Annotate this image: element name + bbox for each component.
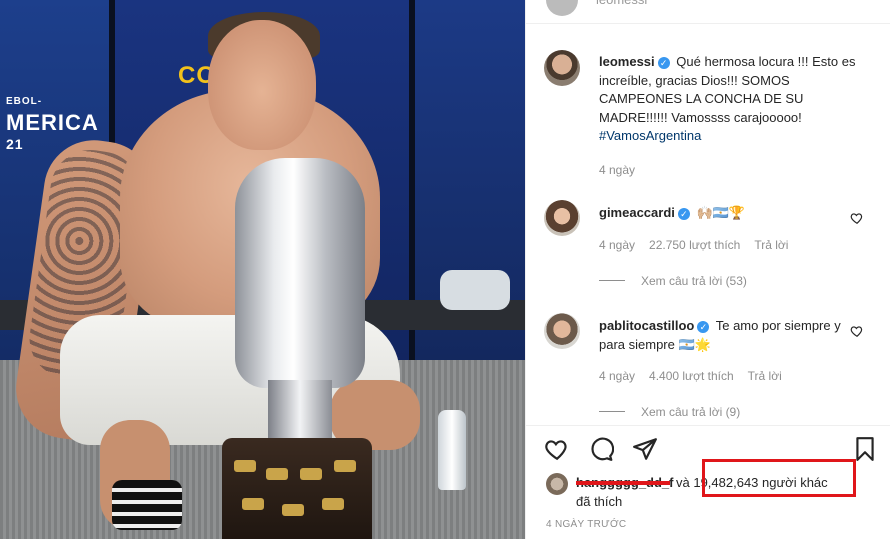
- reply-button[interactable]: Trả lời: [748, 369, 782, 383]
- photo-left-text-2: MERICA: [6, 110, 99, 135]
- comment-avatar[interactable]: [544, 313, 580, 349]
- redaction-strike: [576, 481, 670, 485]
- photo-left-text-1: EBOL-: [6, 96, 43, 107]
- header-username[interactable]: leomessi: [596, 0, 647, 7]
- post-timestamp: 4 NGÀY TRƯỚC: [546, 519, 627, 530]
- view-replies-label: Xem câu trả lời (9): [641, 405, 741, 419]
- replies-divider: [599, 411, 625, 412]
- comment-likes[interactable]: 22.750 lượt thích: [649, 238, 740, 252]
- liker-avatar[interactable]: [546, 473, 568, 495]
- photo-left-text-3: 21: [6, 136, 24, 152]
- trophy-plaque: [266, 468, 288, 480]
- view-replies-button[interactable]: Xem câu trả lời (53): [599, 274, 747, 288]
- comment-age: 4 ngày: [599, 369, 636, 383]
- view-replies-label: Xem câu trả lời (53): [641, 274, 747, 288]
- water-bottle: [438, 410, 466, 490]
- player-head: [208, 20, 316, 150]
- trophy-plaque: [322, 498, 344, 510]
- trophy-plaque: [334, 460, 356, 472]
- verified-badge-icon: ✓: [677, 208, 690, 220]
- comment-icon[interactable]: [588, 436, 614, 462]
- trophy-stem: [268, 380, 332, 440]
- comment-username[interactable]: pablitocastilloo: [599, 318, 694, 333]
- sandal: [112, 480, 182, 530]
- trophy-plaque: [234, 460, 256, 472]
- view-replies-button[interactable]: Xem câu trả lời (9): [599, 405, 740, 419]
- replies-divider: [599, 280, 625, 281]
- likes-suffix: đã thích: [576, 494, 623, 509]
- verified-badge-icon: ✓: [657, 57, 670, 69]
- paper-plane-icon[interactable]: [632, 436, 658, 462]
- post-sidebar: leomessi leomessi✓ Qué hermosa locura !!…: [525, 0, 890, 539]
- comment-avatar[interactable]: [544, 200, 580, 236]
- comment-item: pablitocastilloo ✓ Te amo por siempre y p…: [599, 317, 849, 354]
- comment-item: gimeaccardi ✓ 🙌🏼🇦🇷🏆: [599, 204, 849, 223]
- author-avatar[interactable]: [544, 50, 580, 86]
- post-caption: leomessi ✓ Qué hermosa locura !!! Esto es…: [599, 53, 869, 146]
- comment-likes[interactable]: 4.400 lượt thích: [649, 369, 734, 383]
- heart-outline-icon[interactable]: [850, 211, 864, 225]
- trophy-base: [222, 438, 372, 539]
- reply-button[interactable]: Trả lời: [754, 238, 788, 252]
- trophy-plaque: [300, 468, 322, 480]
- towel: [440, 270, 510, 310]
- header-avatar[interactable]: [546, 0, 578, 16]
- comment-age: 4 ngày: [599, 238, 636, 252]
- comment-meta: 4 ngày 4.400 lượt thích Trả lời: [599, 369, 796, 383]
- post-age: 4 ngày: [599, 163, 636, 177]
- post-photo[interactable]: VA CO TE. EBOL- MERICA 21: [0, 0, 525, 539]
- highlight-box: [702, 459, 856, 497]
- heart-icon[interactable]: [544, 436, 570, 462]
- comment-text: 🙌🏼🇦🇷🏆: [696, 205, 746, 220]
- author-username[interactable]: leomessi: [599, 54, 655, 69]
- verified-badge-icon: ✓: [697, 321, 710, 333]
- comment-username[interactable]: gimeaccardi: [599, 205, 675, 220]
- heart-outline-icon[interactable]: [850, 324, 864, 338]
- caption-hashtag[interactable]: #VamosArgentina: [599, 128, 701, 143]
- comment-meta: 4 ngày 22.750 lượt thích Trả lời: [599, 238, 802, 252]
- trophy-cup: [235, 158, 365, 388]
- trophy-plaque: [282, 504, 304, 516]
- trophy-plaque: [242, 498, 264, 510]
- post-header: leomessi: [526, 0, 890, 24]
